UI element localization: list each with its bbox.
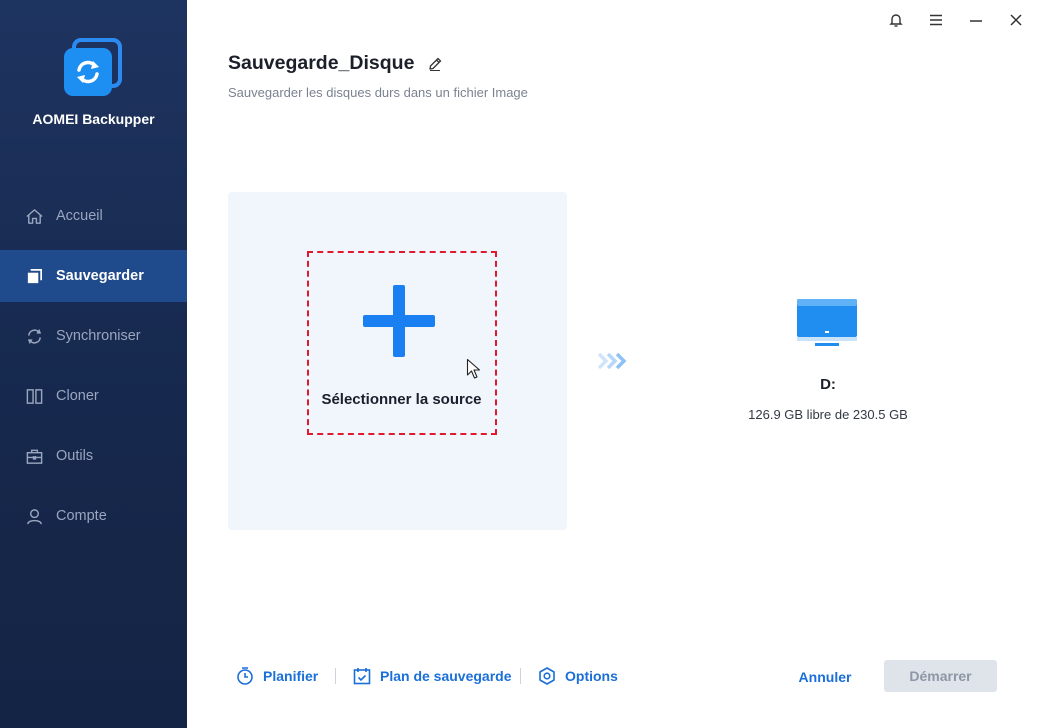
options-button[interactable]: Options — [536, 665, 618, 687]
flow-arrows-icon — [597, 352, 629, 375]
sidebar-item-label: Compte — [56, 508, 107, 524]
divider — [520, 668, 521, 684]
page-subtitle: Sauvegarder les disques durs dans un fic… — [228, 85, 528, 100]
notification-bell-button[interactable] — [884, 8, 908, 32]
page-title: Sauvegarde_Disque — [228, 52, 444, 75]
sidebar-item-label: Cloner — [56, 388, 99, 404]
app-logo-icon — [62, 38, 124, 100]
sidebar-item-cloner[interactable]: Cloner — [0, 370, 187, 422]
mouse-cursor-icon — [466, 358, 482, 385]
source-panel: Sélectionner la source — [228, 192, 567, 530]
clone-icon — [24, 386, 44, 406]
close-icon — [1010, 14, 1022, 26]
sidebar-item-accueil[interactable]: Accueil — [0, 190, 187, 242]
schedule-label: Planifier — [263, 668, 319, 684]
divider — [335, 668, 336, 684]
destination-name: D: — [820, 376, 836, 393]
options-label: Options — [565, 668, 618, 684]
settings-hexagon-icon — [536, 665, 558, 687]
sidebar-item-label: Accueil — [56, 208, 103, 224]
sync-icon — [24, 326, 44, 346]
minimize-button[interactable] — [964, 8, 988, 32]
sidebar-item-label: Outils — [56, 448, 94, 464]
menu-button[interactable] — [924, 8, 948, 32]
toolbox-icon — [24, 446, 44, 466]
sidebar-item-compte[interactable]: Compte — [0, 490, 187, 542]
sidebar-item-sauvegarder[interactable]: Sauvegarder — [0, 250, 187, 302]
select-source-button[interactable]: Sélectionner la source — [307, 251, 497, 435]
bell-icon — [889, 14, 903, 27]
select-source-label: Sélectionner la source — [321, 391, 482, 408]
destination-free-space: 126.9 GB libre de 230.5 GB — [748, 407, 908, 422]
schedule-button[interactable]: Planifier — [234, 665, 318, 687]
sidebar-nav: Accueil Sauvegarder Synchroniser Cloner … — [0, 190, 187, 550]
app-brand: AOMEI Backupper — [32, 111, 155, 127]
sidebar-item-outils[interactable]: Outils — [0, 430, 187, 482]
destination-monitor-icon[interactable] — [796, 298, 858, 353]
menu-icon — [930, 14, 942, 26]
pencil-icon — [429, 57, 442, 71]
close-button[interactable] — [1004, 8, 1028, 32]
alarm-clock-icon — [234, 665, 256, 687]
sidebar-item-synchroniser[interactable]: Synchroniser — [0, 310, 187, 362]
cancel-button[interactable]: Annuler — [792, 669, 858, 685]
sidebar-item-label: Sauvegarder — [56, 268, 144, 284]
user-icon — [24, 506, 44, 526]
sidebar: AOMEI Backupper Accueil Sauvegarder Sync… — [0, 0, 187, 728]
task-name: Sauvegarde_Disque — [228, 52, 415, 74]
edit-name-button[interactable] — [426, 55, 444, 73]
calendar-check-icon — [351, 665, 373, 687]
start-button[interactable]: Démarrer — [884, 660, 997, 692]
backup-scheme-button[interactable]: Plan de sauvegarde — [351, 665, 512, 687]
sidebar-item-label: Synchroniser — [56, 328, 141, 344]
home-icon — [24, 206, 44, 226]
backup-icon — [24, 266, 44, 286]
minimize-icon — [970, 20, 982, 22]
backup-scheme-label: Plan de sauvegarde — [380, 668, 512, 684]
